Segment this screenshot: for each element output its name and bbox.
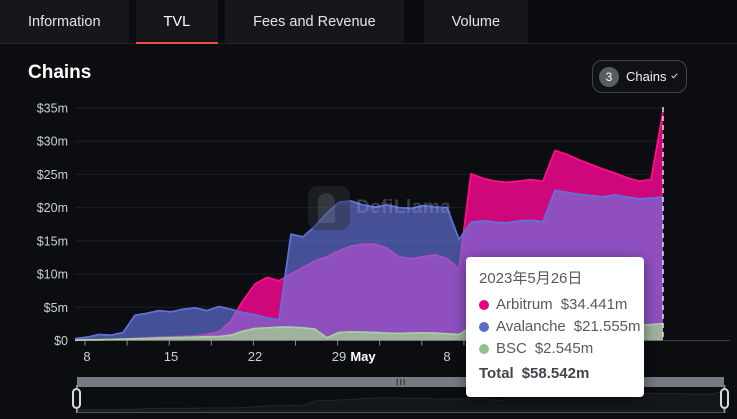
slider-grip-icon[interactable] (396, 379, 405, 385)
tooltip-series-value: $34.441m (561, 294, 628, 316)
y-axis-label: $15m (37, 234, 68, 248)
tooltip-series-row: Avalanche$21.555m (479, 316, 631, 338)
tooltip-series-row: Arbitrum $34.441m (479, 294, 631, 316)
series-color-dot (479, 300, 489, 310)
x-axis-label: 22 (248, 349, 262, 364)
tooltip-series-name: Avalanche (496, 316, 566, 338)
y-axis-label: $0 (54, 334, 68, 348)
y-axis-label: $20m (37, 201, 68, 215)
tooltip-series-row: BSC $2.545m (479, 338, 631, 360)
chart-tooltip: 2023年5月26日 Arbitrum$34.441mAvalanche$21.… (466, 257, 644, 397)
y-axis-label: $25m (37, 168, 68, 182)
series-color-dot (479, 322, 489, 332)
x-axis-label: May (350, 349, 376, 364)
x-axis-label: 15 (164, 349, 178, 364)
tooltip-series-name: BSC (496, 338, 527, 360)
tooltip-total-label: Total (479, 363, 514, 385)
y-axis-label: $35m (37, 101, 68, 115)
x-axis-label: 8 (83, 349, 90, 364)
slider-handle-left[interactable] (72, 388, 81, 409)
app-window: InformationTVLFees and RevenueVolume Cha… (0, 0, 737, 419)
tooltip-total-row: Total $58.542m (479, 363, 631, 385)
x-axis-label: 8 (443, 349, 450, 364)
series-color-dot (479, 344, 489, 354)
tooltip-date: 2023年5月26日 (479, 268, 631, 290)
tooltip-series-value: $21.555m (574, 316, 641, 338)
y-axis-label: $5m (44, 301, 68, 315)
slider-handle-right[interactable] (720, 388, 729, 409)
x-axis-label: 29 (332, 349, 346, 364)
tooltip-series-name: Arbitrum (496, 294, 553, 316)
tooltip-series-value: $2.545m (535, 338, 593, 360)
tooltip-total-value: $58.542m (522, 363, 590, 385)
y-axis-label: $30m (37, 135, 68, 149)
y-axis-label: $10m (37, 268, 68, 282)
